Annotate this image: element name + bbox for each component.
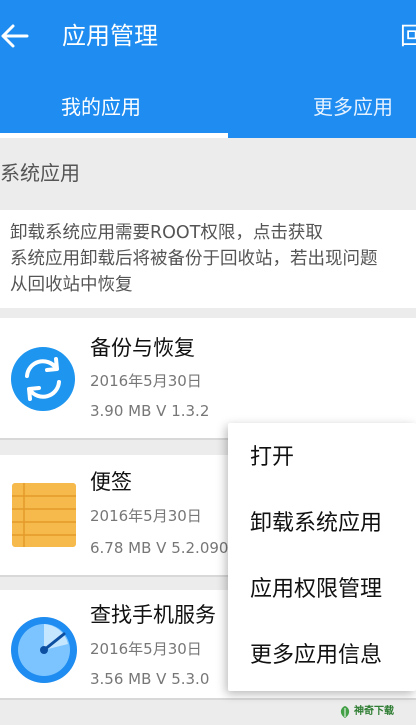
app-size-version: 6.78 MB V 5.2.090: [90, 539, 229, 557]
leaf-logo-icon: [340, 706, 350, 718]
notepad-icon: [12, 483, 76, 547]
title-bar: 应用管理 回: [0, 0, 416, 72]
app-name: 查找手机服务: [90, 603, 216, 627]
page-title: 应用管理: [62, 22, 158, 50]
notice-line: 卸载系统应用需要ROOT权限，点击获取: [10, 223, 323, 243]
root-notice[interactable]: 卸载系统应用需要ROOT权限，点击获取 系统应用卸载后将被备份于回收站，若出现问…: [0, 210, 416, 308]
app-size-version: 3.90 MB V 1.3.2: [90, 402, 210, 420]
watermark-text: 神奇下载: [354, 706, 394, 717]
tab-my-apps[interactable]: 我的应用: [0, 78, 202, 136]
list-item[interactable]: 备份与恢复 2016年5月30日 3.90 MB V 1.3.2: [0, 318, 416, 440]
tab-indicator: [0, 133, 228, 138]
menu-item-open[interactable]: 打开: [250, 425, 416, 491]
app-date: 2016年5月30日: [90, 372, 202, 390]
app-bar: 应用管理 回 我的应用 更多应用: [0, 0, 416, 138]
section-title: 系统应用: [0, 161, 80, 185]
notice-line: 从回收站中恢复: [10, 275, 133, 295]
menu-item-uninstall[interactable]: 卸载系统应用: [250, 491, 416, 557]
watermark: 神奇下载: [336, 702, 416, 722]
menu-item-permissions[interactable]: 应用权限管理: [250, 557, 416, 623]
app-size-version: 3.56 MB V 5.3.0: [90, 670, 210, 688]
back-button[interactable]: [0, 14, 34, 58]
radar-icon: [11, 617, 77, 683]
app-date: 2016年5月30日: [90, 640, 202, 658]
app-name: 便签: [90, 470, 132, 494]
menu-item-more-info[interactable]: 更多应用信息: [250, 623, 416, 689]
context-menu: 打开 卸载系统应用 应用权限管理 更多应用信息: [228, 423, 416, 691]
tab-more-apps[interactable]: 更多应用: [298, 78, 408, 136]
app-date: 2016年5月30日: [90, 507, 202, 525]
arrow-left-icon: [1, 24, 29, 48]
app-name: 备份与恢复: [90, 336, 195, 360]
backup-restore-icon: [11, 347, 75, 411]
recycle-bin-button[interactable]: 回: [400, 16, 416, 56]
notice-line: 系统应用卸载后将被备份于回收站，若出现问题: [10, 249, 378, 269]
